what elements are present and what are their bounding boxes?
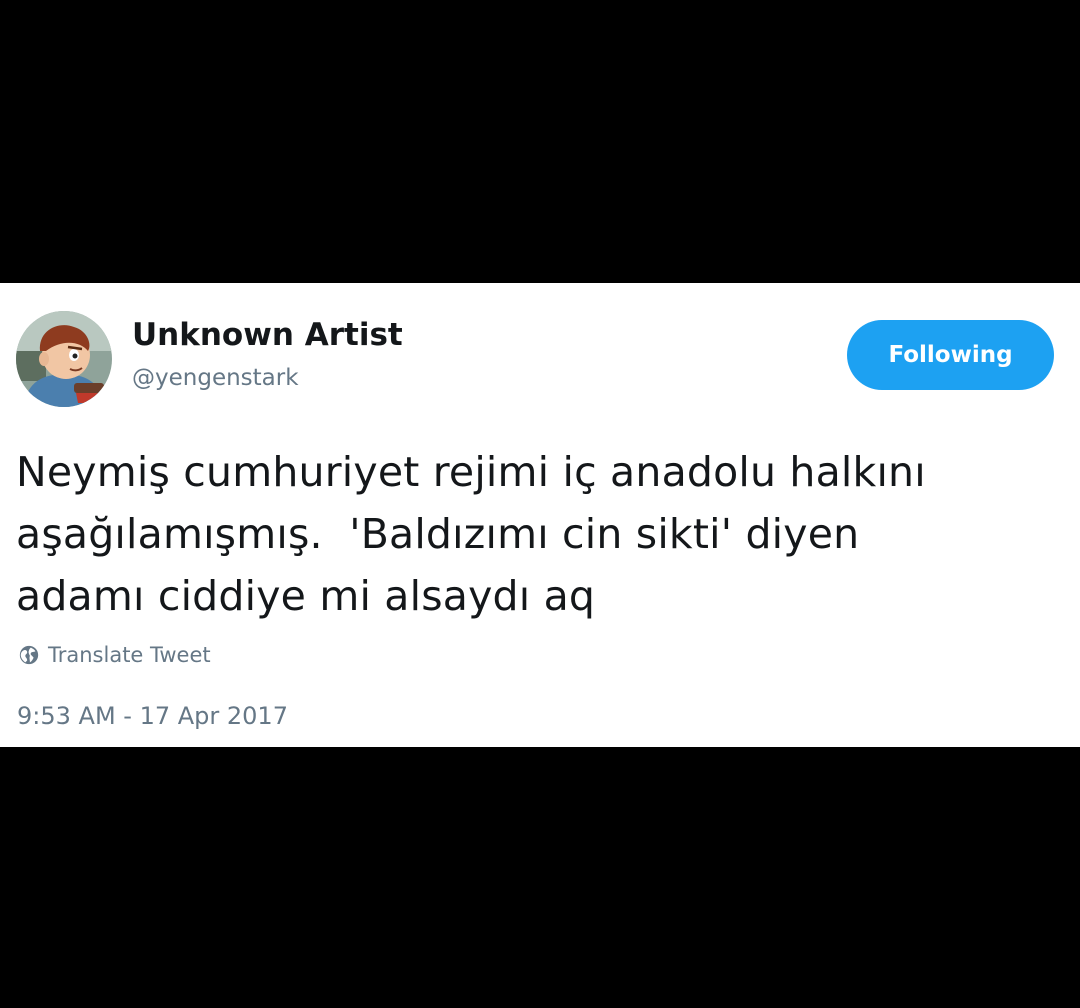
tweet-text: Neymiş cumhuriyet rejimi iç anadolu halk… (16, 441, 1066, 627)
author-display-name[interactable]: Unknown Artist (132, 317, 403, 353)
tweet-text-line: Neymiş cumhuriyet rejimi iç anadolu halk… (16, 448, 926, 496)
tweet-text-line: adamı ciddiye mi alsaydı aq (16, 572, 596, 620)
translate-tweet-link[interactable]: Translate Tweet (18, 643, 211, 667)
tweet-card: Unknown Artist @yengenstark Following Ne… (0, 283, 1080, 747)
following-button[interactable]: Following (847, 320, 1054, 390)
avatar[interactable] (16, 311, 112, 407)
author-handle[interactable]: @yengenstark (132, 365, 299, 391)
translate-tweet-label: Translate Tweet (48, 643, 211, 667)
tweet-timestamp[interactable]: 9:53 AM - 17 Apr 2017 (17, 702, 288, 730)
screenshot-frame: Unknown Artist @yengenstark Following Ne… (0, 0, 1080, 1008)
tweet-text-line: aşağılamışmış. 'Baldızımı cin sikti' diy… (16, 510, 860, 558)
globe-icon (19, 645, 39, 665)
cartoon-avatar-icon (16, 311, 112, 407)
